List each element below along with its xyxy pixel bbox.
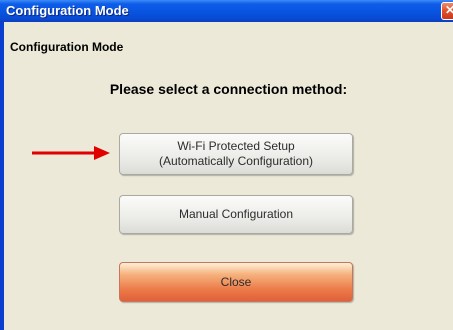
wifi-protected-setup-button[interactable]: Wi-Fi Protected Setup (Automatically Con…: [119, 133, 353, 175]
section-label: Configuration Mode: [10, 40, 124, 54]
connection-method-prompt: Please select a connection method:: [109, 81, 348, 97]
window-close-button[interactable]: ✕: [441, 2, 453, 20]
close-button-label: Close: [220, 274, 252, 289]
manual-configuration-button[interactable]: Manual Configuration: [119, 195, 353, 234]
title-bar[interactable]: Configuration Mode ✕: [0, 0, 453, 22]
close-button[interactable]: Close: [119, 262, 353, 302]
manual-button-label: Manual Configuration: [178, 207, 294, 221]
arrow-right-icon: [32, 146, 110, 160]
wps-button-label-line2: (Automatically Configuration): [158, 154, 314, 168]
dialog-body: Configuration Mode Please select a conne…: [4, 22, 453, 330]
wps-button-label-line1: Wi-Fi Protected Setup: [177, 139, 295, 153]
window-title: Configuration Mode: [6, 3, 129, 18]
configuration-mode-window: Configuration Mode ✕ Configuration Mode …: [0, 0, 453, 330]
close-icon: ✕: [444, 3, 453, 17]
